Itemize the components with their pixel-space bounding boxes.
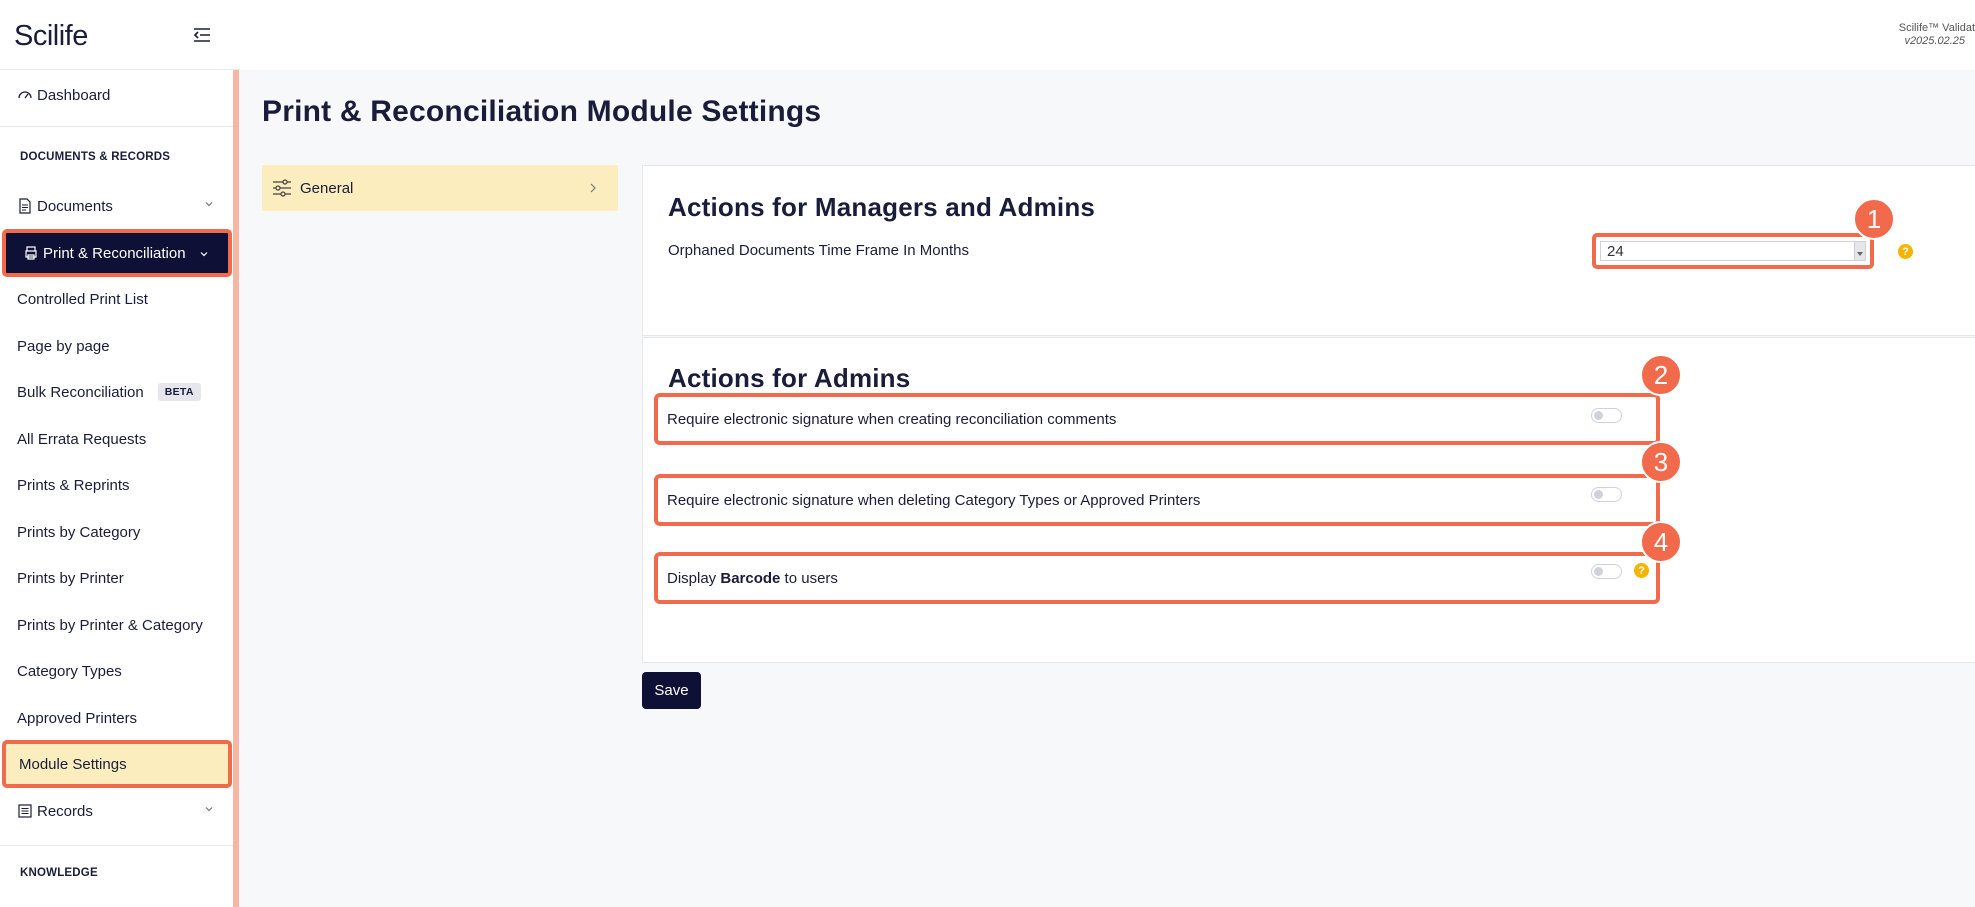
section-label-documents-records: DOCUMENTS & RECORDS: [20, 151, 171, 163]
sidebar-subitem-approved-printers[interactable]: Approved Printers: [0, 695, 233, 741]
setting-label-post: to users: [780, 569, 838, 587]
chevron-down-icon: [200, 252, 208, 257]
setting-esign-delete-category-printers: Require electronic signature when deleti…: [654, 474, 1660, 526]
section-label-knowledge: KNOWLEDGE: [20, 867, 98, 879]
top-bar: Scilife™ Validat v2025.02.25: [240, 0, 1975, 70]
orphaned-documents-label: Orphaned Documents Time Frame In Months: [668, 242, 969, 259]
sidebar-item-dashboard[interactable]: Dashboard: [0, 72, 233, 118]
sidebar-scrollbar[interactable]: [233, 70, 239, 907]
sidebar-subitem-module-settings[interactable]: Module Settings: [2, 740, 232, 788]
setting-label-bold: Barcode: [720, 569, 781, 587]
sidebar-divider: [0, 126, 233, 127]
sidebar-item-label: Documents: [37, 197, 113, 215]
annotation-badge-2: 2: [1640, 354, 1682, 396]
toggle-esign-delete-category-printers[interactable]: [1591, 487, 1622, 502]
collapse-sidebar-icon[interactable]: [191, 25, 213, 45]
save-button[interactable]: Save: [642, 672, 701, 709]
setting-display-barcode: Display Barcode to users: [654, 552, 1660, 604]
setting-label: Require electronic signature when deleti…: [667, 491, 1201, 509]
beta-badge: BETA: [157, 383, 201, 401]
toggle-esign-reconciliation-comments[interactable]: [1591, 408, 1622, 423]
sidebar-item-label: Records: [37, 802, 93, 820]
sidebar-subitem-controlled-print-list[interactable]: Controlled Print List: [0, 276, 233, 322]
chevron-down-icon: [205, 807, 213, 812]
sidebar-subitem-prints-by-printer-category[interactable]: Prints by Printer & Category: [0, 602, 233, 648]
tab-general[interactable]: General: [262, 165, 618, 211]
orphaned-documents-select[interactable]: 24: [1592, 233, 1874, 269]
printer-icon: [25, 246, 37, 260]
sidebar-subitem-all-errata-requests[interactable]: All Errata Requests: [0, 416, 233, 462]
sidebar-divider: [0, 845, 233, 846]
sidebar-item-label: Print & Reconciliation: [43, 244, 186, 262]
section-title-admins: Actions for Admins: [668, 363, 911, 393]
sidebar-subitem-prints-by-category[interactable]: Prints by Category: [0, 509, 233, 555]
annotation-badge-1: 1: [1853, 198, 1895, 240]
gauge-icon: [18, 91, 32, 99]
sidebar-subitem-page-by-page[interactable]: Page by page: [0, 323, 233, 369]
version-number: v2025.02.25: [1904, 35, 1965, 47]
section-title-managers-admins: Actions for Managers and Admins: [668, 192, 1096, 222]
logo-bar: Scilife: [0, 0, 240, 70]
sidebar-subitem-bulk-reconciliation[interactable]: Bulk Reconciliation BETA: [0, 369, 233, 415]
sidebar-subitem-prints-by-printer[interactable]: Prints by Printer: [0, 555, 233, 601]
setting-esign-reconciliation-comments: Require electronic signature when creati…: [654, 393, 1660, 445]
help-icon[interactable]: ?: [1898, 244, 1913, 259]
document-icon: [19, 198, 31, 214]
sidebar-item-documents[interactable]: Documents: [0, 183, 233, 229]
sidebar-subitem-category-types[interactable]: Category Types: [0, 648, 233, 694]
select-value: 24: [1607, 242, 1624, 260]
app-logo[interactable]: Scilife: [14, 20, 88, 53]
tab-label: General: [300, 179, 354, 197]
toggle-display-barcode[interactable]: [1591, 564, 1622, 579]
records-icon: [18, 804, 32, 818]
setting-label-pre: Display: [667, 569, 721, 587]
sidebar-item-print-reconciliation[interactable]: Print & Reconciliation: [2, 229, 232, 277]
chevron-right-icon: [590, 183, 596, 193]
sidebar-item-label: Dashboard: [37, 86, 111, 104]
annotation-badge-3: 3: [1640, 441, 1682, 483]
sidebar: Scilife Dashboard DOCUMENTS & RECORDS Do…: [0, 0, 240, 907]
chevron-down-icon: [205, 202, 213, 207]
sidebar-item-records[interactable]: Records: [0, 788, 233, 834]
help-icon[interactable]: ?: [1634, 563, 1649, 578]
setting-label: Require electronic signature when creati…: [667, 410, 1117, 428]
page-title: Print & Reconciliation Module Settings: [262, 95, 822, 128]
annotation-badge-4: 4: [1640, 521, 1682, 563]
version-name: Scilife™ Validat: [1898, 22, 1975, 34]
sliders-icon: [273, 179, 291, 197]
select-arrow-icon[interactable]: [1854, 242, 1865, 260]
sidebar-subitem-prints-reprints[interactable]: Prints & Reprints: [0, 462, 233, 508]
sidebar-item-label: Bulk Reconciliation: [17, 383, 144, 401]
